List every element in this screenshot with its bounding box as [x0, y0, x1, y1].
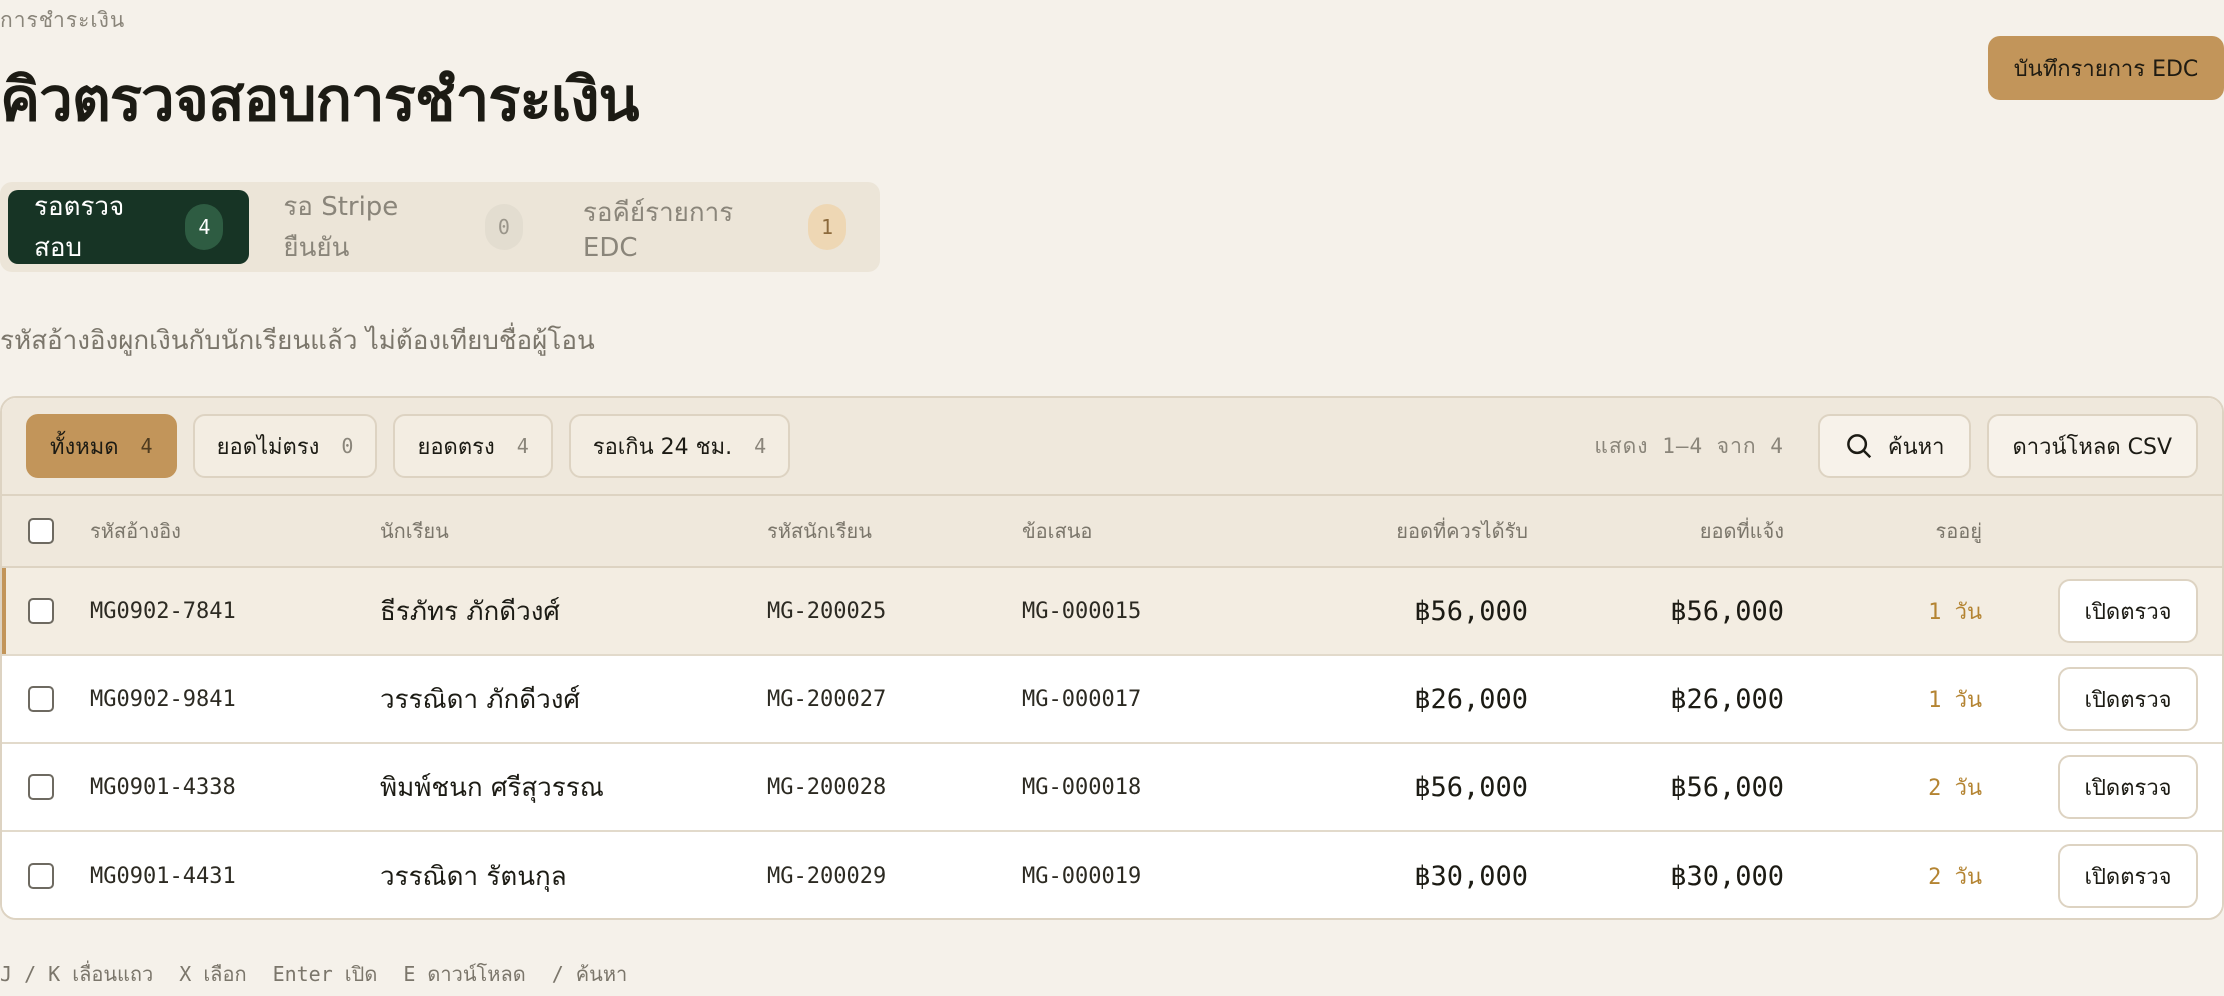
breadcrumb[interactable]: การชำระเงิน [0, 4, 125, 37]
page-subtitle: รหัสอ้างอิงผูกเงินกับนักเรียนแล้ว ไม่ต้อ… [0, 326, 595, 356]
filter-count: 4 [754, 434, 767, 458]
search-label: ค้นหา [1887, 434, 1945, 460]
table-header: รหัสอ้างอิง นักเรียน รหัสนักเรียน ข้อเสน… [2, 496, 2222, 568]
reported-amount: ฿56,000 [1670, 595, 1784, 627]
tab-pending-review[interactable]: รอตรวจสอบ 4 [8, 190, 250, 264]
column-header-waiting[interactable]: รออยู่ [1936, 496, 1982, 566]
column-header-reported[interactable]: ยอดที่แจ้ง [1700, 496, 1784, 566]
row-checkbox[interactable] [28, 686, 54, 712]
tab-label: รอคีย์รายการ EDC [582, 197, 734, 263]
row-checkbox[interactable] [28, 598, 54, 624]
table-row[interactable]: MG0901-4431 วรรณิดา รัตนกุล MG-200029 MG… [2, 832, 2222, 918]
offer-id: MG-000015 [1022, 598, 1142, 624]
offer-id: MG-000017 [1022, 686, 1142, 712]
download-csv-label: ดาวน์โหลด CSV [2012, 434, 2173, 460]
filter-label: ยอดตรง [417, 434, 495, 460]
record-edc-button[interactable]: บันทึกรายการ EDC [1988, 36, 2224, 100]
open-review-button[interactable]: เปิดตรวจ [2058, 755, 2198, 819]
select-all-checkbox[interactable] [28, 518, 54, 544]
filter-count: 0 [341, 434, 354, 458]
search-icon [1847, 434, 1872, 459]
download-csv-button[interactable]: ดาวน์โหลด CSV [1986, 414, 2198, 478]
filter-all[interactable]: ทั้งหมด 4 [26, 414, 177, 478]
expected-amount: ฿30,000 [1414, 860, 1528, 892]
offer-id: MG-000019 [1022, 863, 1142, 889]
student-name: พิมพ์ชนก ศรีสุวรรณ [380, 772, 604, 803]
student-id: MG-200029 [767, 863, 887, 889]
column-header-student-id[interactable]: รหัสนักเรียน [767, 496, 872, 566]
filter-label: ทั้งหมด [50, 434, 119, 460]
shortcut-hint: E ดาวน์โหลด [403, 962, 526, 986]
column-header-expected[interactable]: ยอดที่ควรได้รับ [1396, 496, 1528, 566]
expected-amount: ฿26,000 [1414, 683, 1528, 715]
filter-count: 4 [516, 434, 529, 458]
ref-code: MG0901-4431 [90, 863, 236, 889]
open-review-button[interactable]: เปิดตรวจ [2058, 579, 2198, 643]
offer-id: MG-000018 [1022, 774, 1142, 800]
shortcut-hint: X เลือก [179, 962, 247, 986]
reported-amount: ฿56,000 [1670, 771, 1784, 803]
tab-stripe-confirm[interactable]: รอ Stripe ยืนยัน 0 [257, 190, 549, 264]
student-name: วรรณิดา ภักดีวงศ์ [380, 684, 580, 715]
tab-edc-entry[interactable]: รอคีย์รายการ EDC 1 [557, 190, 872, 264]
row-checkbox[interactable] [28, 774, 54, 800]
reported-amount: ฿26,000 [1670, 683, 1784, 715]
tab-count-badge: 1 [808, 204, 847, 250]
shortcut-hint: Enter เปิด [272, 962, 378, 986]
search-button[interactable]: ค้นหา [1817, 414, 1971, 478]
filter-overdue-24h[interactable]: รอเกิน 24 ชม. 4 [568, 414, 791, 478]
payments-table-panel: ทั้งหมด 4 ยอดไม่ตรง 0 ยอดตรง 4 รอเกิน 24… [0, 396, 2224, 920]
open-review-button[interactable]: เปิดตรวจ [2058, 667, 2198, 731]
ref-code: MG0902-9841 [90, 686, 236, 712]
waiting-time: 2 วัน [1928, 775, 1982, 801]
tab-label: รอตรวจสอบ [34, 192, 125, 263]
ref-code: MG0901-4338 [90, 774, 236, 800]
shortcut-hint: J / K เลื่อนแถว [0, 962, 154, 986]
column-header-ref[interactable]: รหัสอ้างอิง [90, 496, 181, 566]
student-name: ธีรภัทร ภักดีวงศ์ [380, 596, 560, 627]
student-id: MG-200027 [767, 686, 887, 712]
table-row[interactable]: MG0902-9841 วรรณิดา ภักดีวงศ์ MG-200027 … [2, 656, 2222, 744]
filter-count: 4 [140, 434, 153, 458]
status-tabs: รอตรวจสอบ 4 รอ Stripe ยืนยัน 0 รอคีย์ราย… [0, 182, 880, 272]
student-name: วรรณิดา รัตนกุล [380, 861, 567, 892]
ref-code: MG0902-7841 [90, 598, 236, 624]
filter-match[interactable]: ยอดตรง 4 [393, 414, 553, 478]
keyboard-shortcuts: J / K เลื่อนแถว X เลือก Enter เปิด E ดาว… [0, 958, 627, 990]
expected-amount: ฿56,000 [1414, 771, 1528, 803]
reported-amount: ฿30,000 [1670, 860, 1784, 892]
shortcut-hint: / ค้นหา [551, 962, 628, 986]
student-id: MG-200028 [767, 774, 887, 800]
filter-bar: ทั้งหมด 4 ยอดไม่ตรง 0 ยอดตรง 4 รอเกิน 24… [2, 398, 2222, 496]
waiting-time: 2 วัน [1928, 864, 1982, 890]
open-review-button[interactable]: เปิดตรวจ [2058, 844, 2198, 908]
pagination-summary: แสดง 1–4 จาก 4 [1594, 433, 1784, 458]
column-header-student[interactable]: นักเรียน [380, 496, 449, 566]
filter-mismatch[interactable]: ยอดไม่ตรง 0 [192, 414, 378, 478]
column-header-offer[interactable]: ข้อเสนอ [1022, 496, 1092, 566]
tab-count-badge: 4 [185, 204, 224, 250]
filter-label: ยอดไม่ตรง [216, 434, 320, 460]
expected-amount: ฿56,000 [1414, 595, 1528, 627]
table-row[interactable]: MG0901-4338 พิมพ์ชนก ศรีสุวรรณ MG-200028… [2, 744, 2222, 832]
student-id: MG-200025 [767, 598, 887, 624]
filter-label: รอเกิน 24 ชม. [592, 434, 733, 460]
waiting-time: 1 วัน [1928, 599, 1982, 625]
row-checkbox[interactable] [28, 863, 54, 889]
waiting-time: 1 วัน [1928, 687, 1982, 713]
tab-label: รอ Stripe ยืนยัน [283, 192, 399, 263]
table-row[interactable]: MG0902-7841 ธีรภัทร ภักดีวงศ์ MG-200025 … [2, 568, 2222, 656]
page-title: คิวตรวจสอบการชำระเงิน [0, 65, 640, 135]
tab-count-badge: 0 [484, 204, 523, 250]
